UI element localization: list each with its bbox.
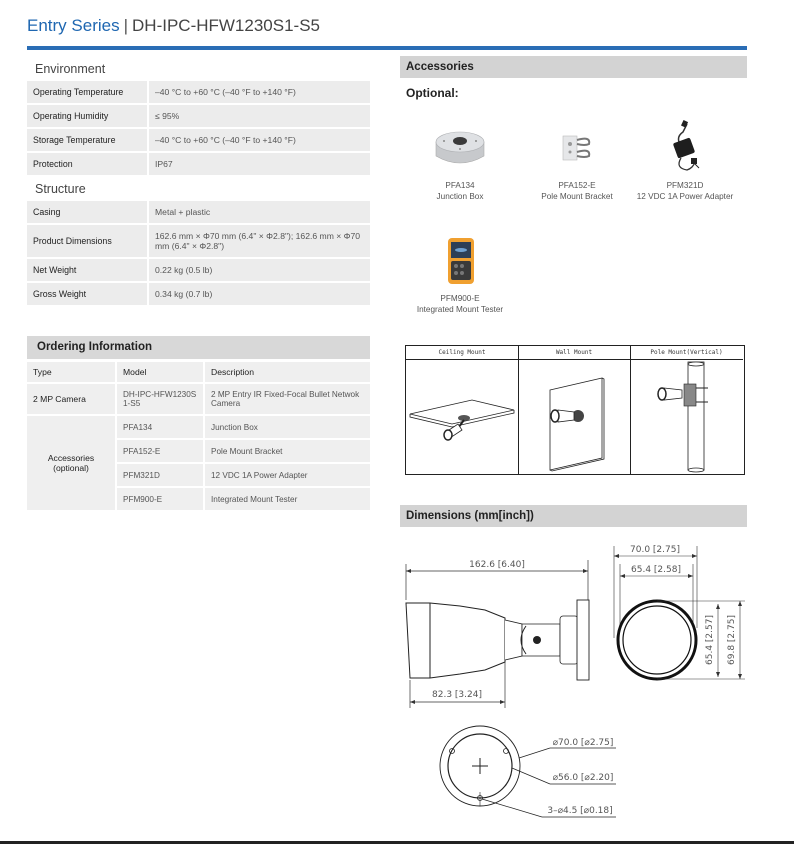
spec-label: Gross Weight xyxy=(27,283,147,305)
accessories-title: Accessories xyxy=(406,61,474,73)
spec-row: Operating Humidity ≤ 95% xyxy=(27,105,370,127)
table-row: Accessories (optional) PFA134 Junction B… xyxy=(27,416,370,510)
spec-value: Metal + plastic xyxy=(147,201,370,223)
accessory-name: Pole Mount Bracket xyxy=(541,192,613,201)
accessory-item: PFM321D 12 VDC 1A Power Adapter xyxy=(630,120,740,202)
mount-label: Pole Mount(Vertical) xyxy=(630,346,743,360)
dim-front-inner-height: 65.4 [2.57] xyxy=(705,615,715,665)
ordering-header-row: Type Model Description xyxy=(27,362,370,382)
cell-model: PFM321D xyxy=(115,464,203,486)
cell-model: PFA134 xyxy=(115,416,203,438)
accessory-name: Integrated Mount Tester xyxy=(416,305,504,314)
front-view-drawing: 70.0 [2.75] 65.4 [2.58] 65.4 [2.57] 69.8… xyxy=(613,545,745,681)
cell-description: 12 VDC 1A Power Adapter xyxy=(203,464,370,486)
dim-front-outer-height: 69.8 [2.75] xyxy=(727,615,737,665)
dim-base-outer-dia: ⌀70.0 [⌀2.75] xyxy=(553,738,614,748)
spec-label: Protection xyxy=(27,153,147,175)
cell-description: Pole Mount Bracket xyxy=(203,440,370,462)
col-type: Type xyxy=(27,362,115,382)
wall-mount-icon xyxy=(549,377,605,472)
cell-description: Integrated Mount Tester xyxy=(203,488,370,510)
optional-label: Optional: xyxy=(406,86,459,100)
spec-value: ≤ 95% xyxy=(147,105,370,127)
environment-title: Environment xyxy=(35,62,106,76)
accessories-header: Accessories xyxy=(400,56,747,78)
junction-box-icon xyxy=(405,120,515,176)
structure-title: Structure xyxy=(35,182,86,196)
cell-model: PFM900-E xyxy=(115,488,203,510)
spec-row: Storage Temperature –40 °C to +60 °C (–40… xyxy=(27,129,370,151)
pole-bracket-icon xyxy=(522,120,632,176)
cell-type: 2 MP Camera xyxy=(27,384,115,414)
accessory-model: PFA134 xyxy=(445,181,475,190)
ceiling-mount-icon xyxy=(409,399,515,441)
cell-model: PFA152-E xyxy=(115,440,203,462)
pole-mount-icon xyxy=(657,361,708,473)
dim-front-inner-width: 65.4 [2.58] xyxy=(631,565,681,575)
structure-table: Casing Metal + plastic Product Dimensions… xyxy=(27,199,370,307)
base-view-drawing: ⌀70.0 [⌀2.75] ⌀56.0 [⌀2.20] 3–⌀4.5 [⌀0.1… xyxy=(439,725,616,818)
cell-model: DH-IPC-HFW1230S1-S5 xyxy=(115,384,203,414)
accessory-item: PFM900-E Integrated Mount Tester xyxy=(405,233,515,315)
spec-row: Protection IP67 xyxy=(27,153,370,175)
dim-total-length: 162.6 [6.40] xyxy=(469,560,525,570)
spec-label: Casing xyxy=(27,201,147,223)
spec-label: Operating Temperature xyxy=(27,81,147,103)
series-name: Entry Series xyxy=(27,16,120,35)
spec-row: Net Weight 0.22 kg (0.5 lb) xyxy=(27,259,370,281)
mount-label: Wall Mount xyxy=(518,346,630,360)
dim-front-outer-width: 70.0 [2.75] xyxy=(630,545,680,555)
dimensions-header: Dimensions (mm[inch]) xyxy=(400,505,747,527)
spec-value: –40 °C to +60 °C (–40 °F to +140 °F) xyxy=(147,81,370,103)
accessory-name: 12 VDC 1A Power Adapter xyxy=(636,192,734,201)
spec-row: Casing Metal + plastic xyxy=(27,201,370,223)
header-separator: | xyxy=(123,16,129,35)
cell-type: Accessories (optional) xyxy=(27,416,115,510)
accessory-model: PFA152-E xyxy=(558,181,596,190)
cell-description: Junction Box xyxy=(203,416,370,438)
spec-value: IP67 xyxy=(147,153,370,175)
spec-label: Storage Temperature xyxy=(27,129,147,151)
ordering-table: Type Model Description 2 MP Camera DH-IP… xyxy=(27,360,370,512)
power-adapter-icon xyxy=(630,120,740,176)
accessory-name: Junction Box xyxy=(436,192,484,201)
dimensions-title: Dimensions (mm[inch]) xyxy=(406,510,534,522)
ordering-header: Ordering Information xyxy=(27,336,370,359)
spec-row: Operating Temperature –40 °C to +60 °C (–… xyxy=(27,81,370,103)
cell-description: 2 MP Entry IR Fixed-Focal Bullet Netwok … xyxy=(203,384,370,414)
spec-value: 162.6 mm × Φ70 mm (6.4" × Φ2.8"); 162.6 … xyxy=(147,225,370,257)
table-row: 2 MP Camera DH-IPC-HFW1230S1-S5 2 MP Ent… xyxy=(27,384,370,414)
spec-row: Product Dimensions 162.6 mm × Φ70 mm (6.4… xyxy=(27,225,370,257)
accessory-item: PFA152-E Pole Mount Bracket xyxy=(522,120,632,202)
mount-ceiling: Ceiling Mount xyxy=(406,346,519,474)
model-name: DH-IPC-HFW1230S1-S5 xyxy=(132,16,321,35)
page-header: Entry Series | DH-IPC-HFW1230S1-S5 xyxy=(27,16,320,36)
header-rule xyxy=(27,46,747,50)
side-view-drawing: 162.6 [6.40] 82.3 [3.24] xyxy=(405,560,590,708)
environment-table: Operating Temperature –40 °C to +60 °C (–… xyxy=(27,79,370,177)
spec-value: 0.22 kg (0.5 lb) xyxy=(147,259,370,281)
mount-tester-icon xyxy=(405,233,515,289)
accessory-item: PFA134 Junction Box xyxy=(405,120,515,202)
spec-row: Gross Weight 0.34 kg (0.7 lb) xyxy=(27,283,370,305)
mount-pole: Pole Mount(Vertical) xyxy=(630,346,743,474)
spec-value: –40 °C to +60 °C (–40 °F to +140 °F) xyxy=(147,129,370,151)
dim-base-inner-dia: ⌀56.0 [⌀2.20] xyxy=(553,773,614,783)
dim-base-holes: 3–⌀4.5 [⌀0.18] xyxy=(547,806,612,816)
accessory-model: PFM900-E xyxy=(440,294,480,303)
mount-label: Ceiling Mount xyxy=(406,346,518,360)
spec-value: 0.34 kg (0.7 lb) xyxy=(147,283,370,305)
mount-wall: Wall Mount xyxy=(518,346,631,474)
spec-label: Net Weight xyxy=(27,259,147,281)
mount-types-table: Ceiling Mount Wall Mount Pole Mount(Vert… xyxy=(405,345,745,475)
col-model: Model xyxy=(115,362,203,382)
ordering-title: Ordering Information xyxy=(37,341,152,353)
accessory-model: PFM321D xyxy=(666,181,704,190)
dim-body-length: 82.3 [3.24] xyxy=(432,690,482,700)
spec-label: Operating Humidity xyxy=(27,105,147,127)
spec-label: Product Dimensions xyxy=(27,225,147,257)
col-description: Description xyxy=(203,362,370,382)
